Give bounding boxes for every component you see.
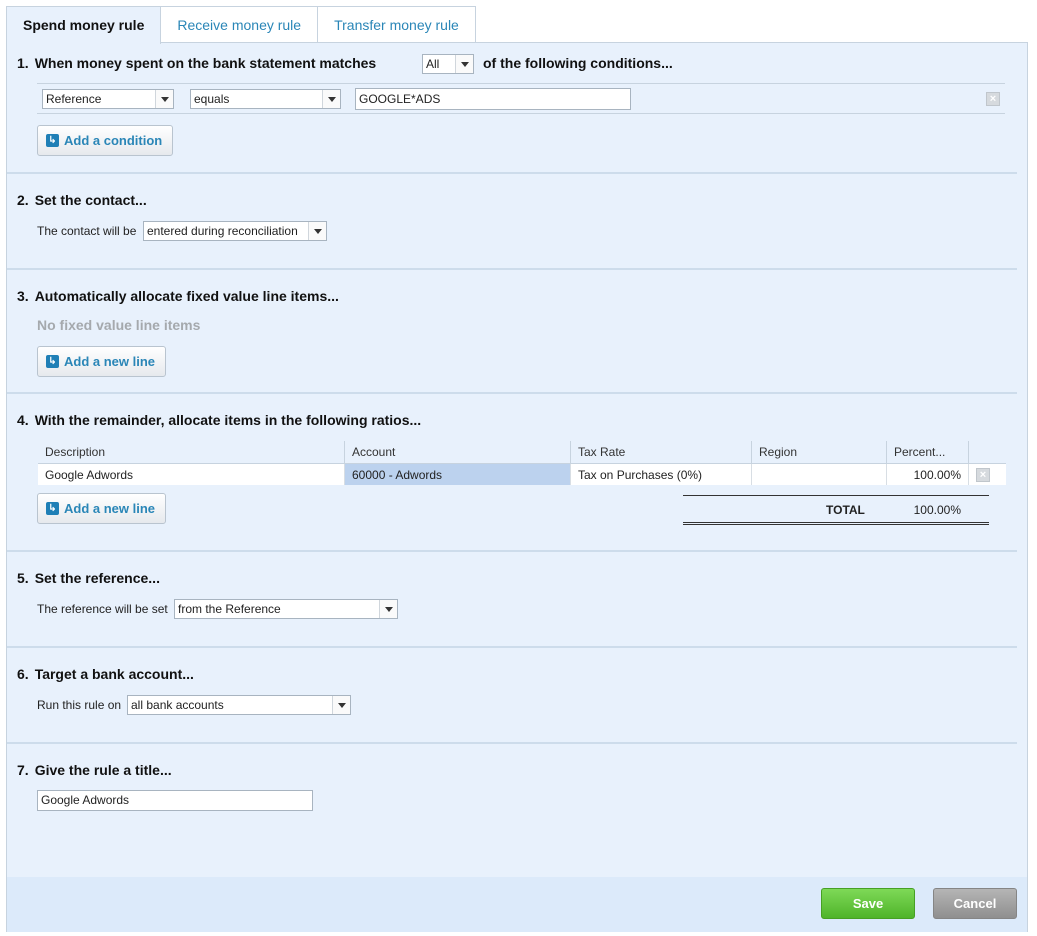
column-header: Region [752, 441, 887, 463]
column-header: Percent... [887, 441, 969, 463]
add-icon: ↳ [46, 502, 59, 515]
section-1-title: 1. When money spent on the bank statement… [17, 55, 377, 71]
tab-transfer-money-rule[interactable]: Transfer money rule [317, 6, 476, 43]
cell-tax-rate[interactable]: Tax on Purchases (0%) [571, 464, 752, 485]
add-ratio-line-button[interactable]: ↳ Add a new line [37, 493, 167, 524]
chevron-down-icon [379, 600, 397, 618]
section-1-title-suffix: of the following conditions... [483, 55, 673, 71]
section-reference: 5. Set the reference... The reference wil… [7, 552, 1017, 648]
cell-account[interactable]: 60000 - Adwords [345, 464, 571, 485]
column-header: Tax Rate [571, 441, 752, 463]
table-header: Description Account Tax Rate Region Perc… [38, 441, 1006, 463]
add-icon: ↳ [46, 134, 59, 147]
chevron-down-icon [455, 55, 473, 73]
ratio-table: Description Account Tax Rate Region Perc… [38, 441, 1006, 485]
total-row: TOTAL 100.00% [683, 495, 989, 525]
column-header: Account [345, 441, 571, 463]
cancel-button[interactable]: Cancel [933, 888, 1017, 919]
section-contact: 2. Set the contact... The contact will be… [7, 174, 1017, 270]
cell-description[interactable]: Google Adwords [38, 464, 345, 485]
section-5-title: 5. Set the reference... [17, 570, 160, 586]
rule-title-input[interactable]: Google Adwords [37, 790, 313, 811]
section-4-title: 4. With the remainder, allocate items in … [17, 412, 422, 428]
section-3-title: 3. Automatically allocate fixed value lin… [17, 288, 339, 304]
condition-operator-select[interactable]: equals [190, 89, 341, 109]
table-row[interactable]: Google Adwords 60000 - Adwords Tax on Pu… [38, 463, 1006, 485]
section-6-title: 6. Target a bank account... [17, 666, 194, 682]
chevron-down-icon [308, 222, 326, 240]
condition-field-select[interactable]: Reference [42, 89, 174, 109]
remove-row-icon[interactable]: × [976, 468, 990, 482]
section-7-title: 7. Give the rule a title... [17, 762, 172, 778]
cell-region[interactable] [752, 464, 887, 485]
section-bank-account: 6. Target a bank account... Run this rule… [7, 648, 1017, 744]
section-fixed-lines: 3. Automatically allocate fixed value lin… [7, 270, 1017, 394]
tab-spend-money-rule[interactable]: Spend money rule [6, 6, 162, 44]
save-button[interactable]: Save [821, 888, 915, 919]
chevron-down-icon [155, 90, 173, 108]
section-conditions: 1. When money spent on the bank statement… [7, 43, 1017, 174]
total-label: TOTAL [826, 503, 865, 517]
chevron-down-icon [332, 696, 350, 714]
footer-bar: Save Cancel [7, 877, 1027, 932]
add-icon: ↳ [46, 355, 59, 368]
rule-tabs: Spend money rule Receive money rule Tran… [6, 6, 476, 44]
contact-label: The contact will be [37, 224, 137, 238]
condition-value-input[interactable]: GOOGLE*ADS [355, 88, 631, 110]
add-condition-button[interactable]: ↳ Add a condition [37, 125, 174, 156]
no-fixed-lines-text: No fixed value line items [37, 317, 201, 333]
cell-percent[interactable]: 100.00% [887, 464, 969, 485]
section-2-title: 2. Set the contact... [17, 192, 147, 208]
add-fixed-line-button[interactable]: ↳ Add a new line [37, 346, 167, 377]
column-header: Description [38, 441, 345, 463]
remove-row-cell: × [969, 464, 997, 485]
rule-panel: 1. When money spent on the bank statement… [6, 42, 1028, 932]
reference-select[interactable]: from the Reference [174, 599, 398, 619]
bank-account-label: Run this rule on [37, 698, 122, 712]
contact-select[interactable]: entered during reconciliation [143, 221, 327, 241]
column-header [969, 441, 997, 463]
chevron-down-icon [322, 90, 340, 108]
tab-receive-money-rule[interactable]: Receive money rule [160, 6, 319, 43]
total-value: 100.00% [913, 503, 961, 517]
reference-label: The reference will be set [37, 602, 168, 616]
remove-condition-icon[interactable]: × [986, 92, 1000, 106]
bank-account-select[interactable]: all bank accounts [127, 695, 351, 715]
match-select[interactable]: All [422, 54, 474, 74]
section-title: 7. Give the rule a title... Google Adword… [7, 744, 1017, 864]
